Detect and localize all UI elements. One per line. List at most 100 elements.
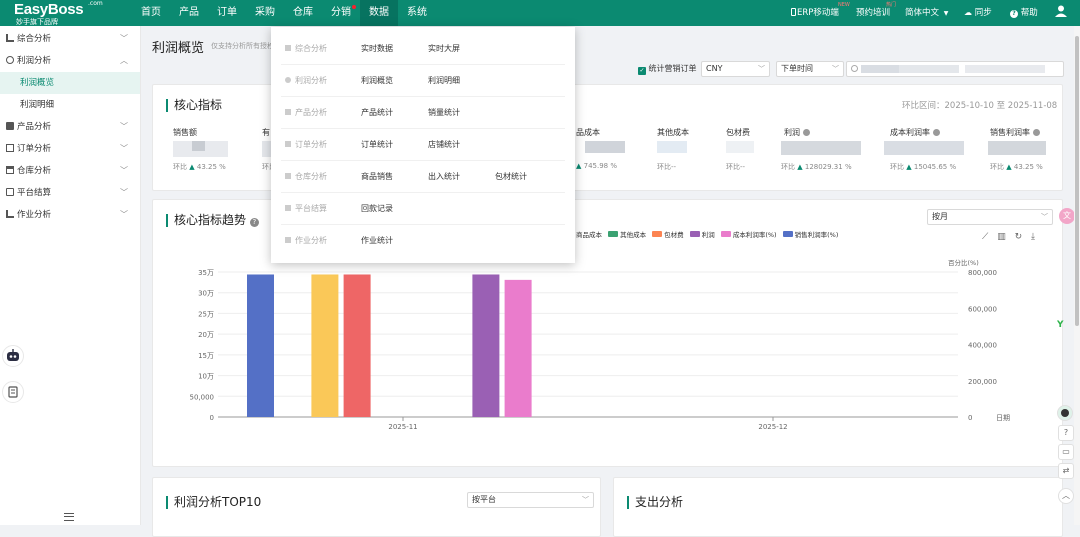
notes-button[interactable] [2, 381, 24, 403]
user-avatar[interactable] [1054, 0, 1068, 26]
checkbox-checked-icon: ✓ [638, 67, 646, 75]
chevron-down-icon: ﹀ [120, 34, 128, 43]
dropdown-item-sales-volume[interactable]: 销量统计 [428, 107, 460, 118]
sidebar-item-order[interactable]: 订单分析 ﹀ [0, 138, 140, 160]
collapse-menu-icon[interactable] [64, 513, 74, 521]
nav-purchase[interactable]: 采购 [246, 0, 284, 26]
nav-warehouse[interactable]: 仓库 [284, 0, 322, 26]
dropdown-item-store-stats[interactable]: 店铺统计 [428, 139, 460, 150]
bar-chart-icon[interactable]: ▥ [997, 232, 1006, 242]
sidebar-item-warehouse[interactable]: 仓库分析 ﹀ [0, 160, 140, 182]
main-nav: 首页 产品 订单 采购 仓库 分销 数据 系统 [132, 0, 436, 26]
language-select[interactable]: 简体中文 ▼ [905, 0, 948, 26]
nav-product[interactable]: 产品 [170, 0, 208, 26]
dropdown-cat-warehouse: 仓库分析 [285, 171, 327, 182]
date-range-picker[interactable] [846, 61, 1064, 77]
dropdown-item-realtime-screen[interactable]: 实时大屏 [428, 43, 460, 54]
y-tick-label: 35万 [198, 269, 214, 277]
period-select[interactable]: 按月 ﹀ [927, 209, 1053, 225]
kpi-cost-margin-ratio: 环比 ▲ 15045.65 % [890, 162, 956, 172]
sidebar-label-work: 作业分析 [17, 210, 52, 220]
nav-home[interactable]: 首页 [132, 0, 170, 26]
back-to-top-button[interactable]: ︿ [1058, 488, 1074, 504]
kpi-product-cost-ratio-value: 745.98 % [583, 162, 617, 170]
kpi-profit-label: 利润 [784, 127, 810, 138]
dropdown-item-product-sales[interactable]: 商品销售 [361, 171, 393, 182]
support-avatar-icon [1061, 409, 1069, 417]
kpi-product-cost-ratio: ▲ 745.98 % [576, 162, 617, 170]
trend-title-text: 核心指标趋势 [174, 213, 247, 227]
nav-distribution[interactable]: 分销 [322, 0, 360, 26]
sidebar-item-profit-overview[interactable]: 利润概览 [0, 72, 140, 94]
legend-item-sales-margin[interactable]: 销售利润率(%) [782, 231, 838, 239]
ratio-prefix-pack: 环比 [726, 163, 740, 171]
erp-mobile-link[interactable]: ERP移动端 [791, 0, 839, 26]
dropdown-cat-product: 产品分析 [285, 107, 327, 118]
nav-system[interactable]: 系统 [398, 0, 436, 26]
currency-select[interactable]: CNY ﹀ [701, 61, 770, 77]
y-tick-label: 20万 [198, 331, 214, 339]
dropdown-row-settlement: 平台结算 回款记录 [281, 193, 565, 225]
nav-distribution-label: 分销 [331, 7, 351, 18]
settlement-icon [285, 205, 291, 211]
kpi-other-cost-ratio-value: -- [671, 163, 677, 171]
legend-item-product-cost[interactable]: 商品成本 [576, 231, 602, 239]
legend-item-profit[interactable]: 利润 [689, 231, 715, 239]
time-type-select[interactable]: 下单时间 ﹀ [776, 61, 844, 77]
nav-order[interactable]: 订单 [208, 0, 246, 26]
sidebar-item-work[interactable]: 作业分析 ﹀ [0, 204, 140, 226]
notification-dot [352, 5, 356, 9]
dropdown-cat-order-label: 订单分析 [295, 140, 327, 149]
dropdown-cat-work-label: 作业分析 [295, 236, 327, 245]
support-avatar-button[interactable] [1057, 405, 1073, 421]
sidebar-item-product[interactable]: 产品分析 ﹀ [0, 116, 140, 138]
translate-float-button[interactable]: 文 [1059, 208, 1075, 224]
dropdown-item-realtime-data[interactable]: 实时数据 [361, 43, 393, 54]
help-button[interactable]: ? 帮助 [1010, 0, 1038, 26]
top10-title: 利润分析TOP10 [166, 496, 261, 509]
dropdown-item-profit-detail[interactable]: 利润明细 [428, 75, 460, 86]
sidebar-label-product: 产品分析 [17, 122, 52, 132]
sync-button[interactable]: ☁ 同步 [964, 0, 992, 26]
legend-item-other-cost[interactable]: 其他成本 [608, 231, 646, 239]
marketing-order-checkbox[interactable]: ✓ 统计营销订单 [638, 64, 697, 76]
y2-tick-label: 600,000 [968, 305, 997, 313]
download-icon[interactable]: ⤓ [1031, 232, 1035, 242]
refresh-icon[interactable]: ↻ [1015, 232, 1023, 242]
kpi-sales-ratio: 环比 ▲ 43.25 % [173, 162, 226, 172]
chat-button[interactable]: ▭ [1058, 444, 1074, 460]
kpi-cost-margin-value-redacted [884, 141, 964, 155]
sidebar-item-settlement[interactable]: 平台结算 ﹀ [0, 182, 140, 204]
legend-item-cost-margin[interactable]: 成本利润率(%) [720, 231, 777, 239]
sidebar-item-profit[interactable]: 利润分析 ︿ [0, 50, 140, 72]
dropdown-item-work-stats[interactable]: 作业统计 [361, 235, 393, 246]
help-icon: ? [1010, 10, 1018, 18]
faq-button[interactable]: ? [1058, 425, 1074, 441]
help-icon[interactable]: ? [249, 218, 259, 227]
legend-item-packaging[interactable]: 包材费 [652, 231, 684, 239]
sidebar-item-profit-detail[interactable]: 利润明细 [0, 94, 140, 116]
nav-data[interactable]: 数据 [360, 0, 398, 26]
clock-icon [851, 65, 858, 72]
dropdown-cat-profit-label: 利润分析 [295, 76, 327, 85]
exchange-button[interactable]: ⇄ [1058, 463, 1074, 479]
dropdown-item-payment-records[interactable]: 回款记录 [361, 203, 393, 214]
dropdown-item-order-stats[interactable]: 订单统计 [361, 139, 393, 150]
robot-assistant-button[interactable] [2, 345, 24, 367]
line-chart-icon[interactable]: ⟋ [982, 232, 988, 242]
info-icon [932, 129, 940, 136]
logo[interactable]: EasyBoss .com 妙手旗下品牌 [14, 0, 124, 26]
dropdown-cat-product-label: 产品分析 [295, 108, 327, 117]
page-scrollbar[interactable] [1074, 26, 1080, 525]
brand-float-icon[interactable]: Y [1057, 320, 1064, 330]
chevron-down-icon: ﹀ [120, 122, 128, 131]
sidebar-item-overall[interactable]: 综合分析 ﹀ [0, 28, 140, 50]
training-link[interactable]: 预约培训 [856, 0, 890, 26]
help-label: 帮助 [1020, 8, 1038, 18]
top10-platform-select[interactable]: 按平台 ﹀ [467, 492, 594, 508]
dropdown-item-inout-stats[interactable]: 出入统计 [428, 171, 460, 182]
dropdown-item-product-stats[interactable]: 产品统计 [361, 107, 393, 118]
scrollbar-thumb[interactable] [1075, 36, 1079, 326]
dropdown-item-profit-overview[interactable]: 利润概览 [361, 75, 393, 86]
dropdown-item-packaging-stats[interactable]: 包材统计 [495, 171, 527, 182]
